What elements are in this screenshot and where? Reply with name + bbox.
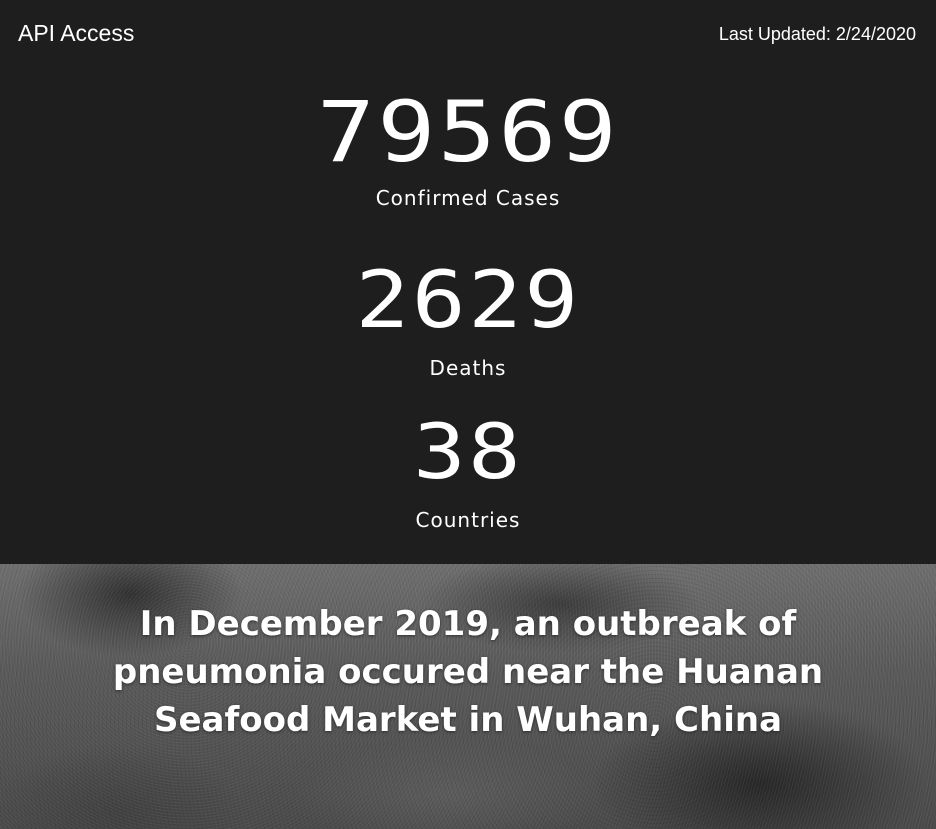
- deaths-label: Deaths: [429, 356, 507, 380]
- countries-count: 38: [413, 407, 523, 496]
- api-access-link[interactable]: API Access: [18, 20, 134, 47]
- confirmed-cases-count: 79569: [316, 83, 620, 181]
- countries-label: Countries: [415, 508, 521, 532]
- hero-banner: In December 2019, an outbreak of pneumon…: [0, 564, 936, 829]
- last-updated-text: Last Updated: 2/24/2020: [718, 24, 916, 44]
- countries-stat: 38 Countries: [0, 407, 936, 533]
- stats-section: API Access Last Updated: 2/24/2020 79569…: [0, 0, 936, 564]
- confirmed-cases-label: Confirmed Cases: [375, 186, 561, 210]
- deaths-count: 2629: [355, 256, 581, 346]
- deaths-stat: 2629 Deaths: [0, 262, 936, 380]
- hero-headline: In December 2019, an outbreak of pneumon…: [112, 604, 824, 740]
- confirmed-cases-stat: 79569 Confirmed Cases: [0, 90, 936, 210]
